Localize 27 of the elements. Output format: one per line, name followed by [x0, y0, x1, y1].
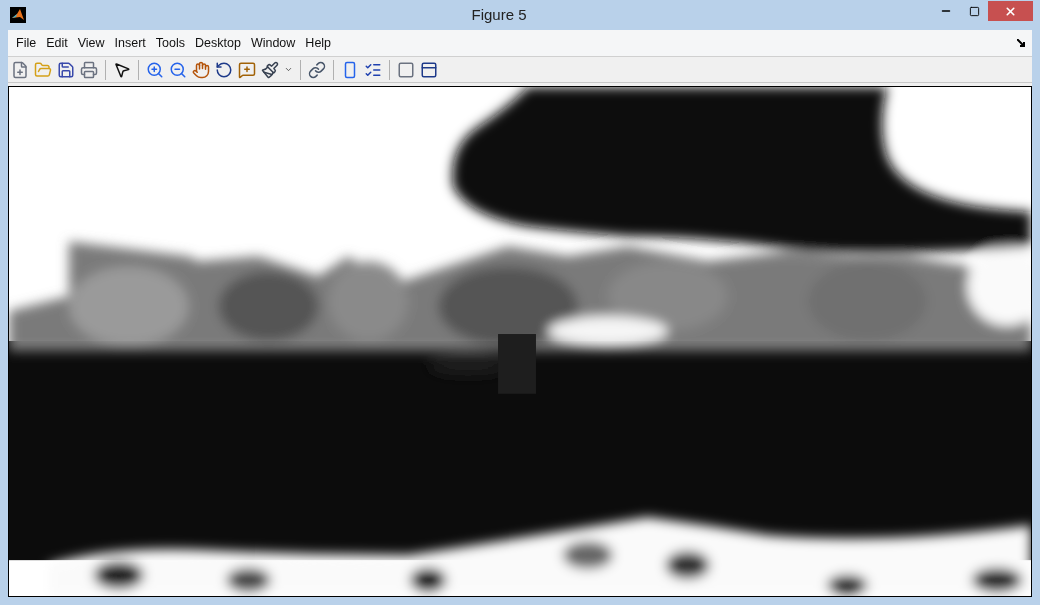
- window-title: Figure 5: [471, 4, 527, 25]
- app-logo-icon: [10, 7, 26, 23]
- close-icon: [1004, 4, 1017, 18]
- rotate-icon[interactable]: [215, 60, 233, 79]
- menu-item[interactable]: Desktop: [190, 33, 246, 53]
- dock-icon[interactable]: [420, 60, 438, 79]
- hand-icon[interactable]: [192, 60, 210, 79]
- brush-icon[interactable]: [261, 60, 279, 79]
- undock-arrow-icon[interactable]: [1017, 39, 1025, 47]
- link-icon[interactable]: [308, 60, 326, 79]
- pointer-icon[interactable]: [113, 60, 131, 79]
- menu-item[interactable]: View: [72, 33, 110, 53]
- new-file-icon[interactable]: [11, 60, 29, 79]
- menu-item[interactable]: Insert: [109, 33, 151, 53]
- menu-item[interactable]: File: [11, 33, 42, 53]
- zoom-in-icon[interactable]: [146, 60, 164, 79]
- menu-item[interactable]: Help: [300, 33, 337, 53]
- zoom-out-icon[interactable]: [169, 60, 187, 79]
- menu-item[interactable]: Window: [245, 33, 301, 53]
- caret-icon[interactable]: [284, 65, 293, 74]
- hide-tools-icon[interactable]: [397, 60, 415, 79]
- data-cursor-icon[interactable]: [238, 60, 256, 79]
- menu-item[interactable]: Tools: [150, 33, 191, 53]
- save-icon[interactable]: [57, 60, 75, 79]
- menu-item[interactable]: Edit: [41, 33, 73, 53]
- print-icon[interactable]: [80, 60, 98, 79]
- maximize-icon: [968, 5, 980, 17]
